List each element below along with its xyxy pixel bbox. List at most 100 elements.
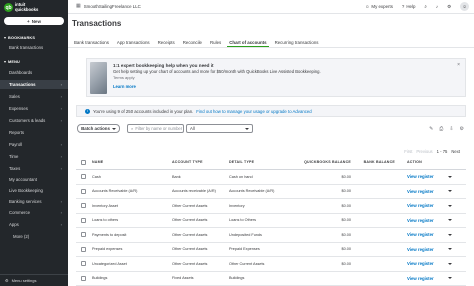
chevron-right-icon: › xyxy=(60,142,62,147)
learn-more-link[interactable]: Learn more xyxy=(113,84,136,89)
select-all-checkbox[interactable] xyxy=(80,159,86,165)
col-bank-balance[interactable]: BANK BALANCE xyxy=(355,160,399,164)
sidebar-item-time[interactable]: Time › xyxy=(0,152,68,161)
bookmarks-section[interactable]: BOOKMARKS xyxy=(4,36,35,40)
sidebar-item-banking-services[interactable]: Banking services › xyxy=(0,197,68,206)
sidebar-item-payroll[interactable]: Payroll › xyxy=(0,140,68,149)
caret-down-icon xyxy=(4,61,6,63)
search-input[interactable]: ⌕ Filter by name or number xyxy=(127,124,184,133)
view-register-link[interactable]: View register xyxy=(407,203,434,208)
caret-down-icon xyxy=(111,127,116,130)
chevron-right-icon: › xyxy=(60,154,62,159)
bell-icon[interactable]: ♪ xyxy=(436,4,438,9)
table-row: Accounts Receivable (A/R) Accounts recei… xyxy=(76,185,466,199)
view-register-link[interactable]: View register xyxy=(407,276,434,281)
chevron-right-icon: › xyxy=(60,94,62,99)
row-checkbox[interactable] xyxy=(80,246,86,252)
tab-reconcile[interactable]: Reconcile xyxy=(181,38,204,47)
sidebar-item-taxes[interactable]: Taxes › xyxy=(0,164,68,173)
caret-down-icon[interactable] xyxy=(447,277,452,280)
sidebar-item-my-accountant[interactable]: My accountant xyxy=(0,175,68,184)
gear-icon[interactable]: ⚙ xyxy=(460,126,464,132)
caret-down-icon[interactable] xyxy=(447,190,452,193)
sidebar-item-dashboards[interactable]: Dashboards xyxy=(0,68,68,77)
col-detail-type[interactable]: DETAIL TYPE xyxy=(227,160,289,164)
upgrade-link[interactable]: Find out how to manage your usage or upg… xyxy=(196,109,311,114)
promo-title: 1:1 expert bookkeeping help when you nee… xyxy=(113,63,214,68)
sidebar-item-customers-leads[interactable]: Customers & leads › xyxy=(0,116,68,125)
edit-icon[interactable]: ✎ xyxy=(429,126,433,132)
col-quickbooks-balance[interactable]: QUICKBOOKS BALANCE xyxy=(289,160,355,164)
plus-icon: + xyxy=(27,18,30,24)
chevron-right-icon: › xyxy=(60,82,62,87)
transaction-tabs: Bank transactions App transactions Recei… xyxy=(72,38,325,47)
accounts-table: NAME ACCOUNT TYPE DETAIL TYPE QUICKBOOKS… xyxy=(76,155,466,286)
menu-settings[interactable]: ⚙ Menu settings xyxy=(0,274,68,286)
print-icon[interactable]: ⎙ xyxy=(439,126,443,132)
tab-receipts[interactable]: Receipts xyxy=(156,38,177,47)
view-register-link[interactable]: View register xyxy=(407,232,434,237)
sidebar-item-live-bookkeeping[interactable]: Live Bookkeeping xyxy=(0,186,68,195)
table-row: Uncategorized Asset Other Current Assets… xyxy=(76,257,466,272)
tabs-divider xyxy=(68,47,474,48)
person-icon: ☺ xyxy=(364,4,370,9)
caret-down-icon[interactable] xyxy=(447,175,452,178)
row-checkbox[interactable] xyxy=(80,232,86,238)
avatar[interactable]: ☺ xyxy=(460,2,469,11)
tab-chart-of-accounts[interactable]: Chart of accounts xyxy=(227,38,269,47)
tab-rules[interactable]: Rules xyxy=(208,38,223,47)
sidebar-item-transactions[interactable]: Transactions › xyxy=(0,80,68,89)
sidebar-item-reports[interactable]: Reports xyxy=(0,128,68,137)
help-button[interactable]: ? Help xyxy=(402,4,415,9)
tab-recurring-transactions[interactable]: Recurring transactions xyxy=(273,38,321,47)
usage-info-banner: i You're using 9 of 250 accounts include… xyxy=(76,105,466,117)
chevron-right-icon: › xyxy=(60,210,62,215)
caret-down-icon[interactable] xyxy=(447,204,452,207)
account-filter-select[interactable]: All xyxy=(186,124,253,133)
row-checkbox[interactable] xyxy=(80,261,86,267)
col-name[interactable]: NAME xyxy=(90,160,170,164)
view-register-link[interactable]: View register xyxy=(407,174,434,179)
quickbooks-logo[interactable]: qb intuit quickbooks xyxy=(4,2,39,12)
sidebar-item-bank-transactions[interactable]: Bank transactions xyxy=(0,43,68,52)
tab-bank-transactions[interactable]: Bank transactions xyxy=(72,38,111,47)
batch-actions-button[interactable]: Batch actions xyxy=(77,124,120,133)
logo-text: intuit quickbooks xyxy=(15,2,39,12)
row-checkbox[interactable] xyxy=(80,188,86,194)
sidebar-item-commerce[interactable]: Commerce › xyxy=(0,208,68,217)
view-register-link[interactable]: View register xyxy=(407,218,434,223)
search-icon[interactable]: ⌕ xyxy=(424,4,426,9)
sidebar-item-apps[interactable]: Apps › xyxy=(0,220,68,229)
close-icon[interactable]: × xyxy=(457,62,460,68)
previous-page-button[interactable]: Previous xyxy=(416,149,432,154)
table-row: Buildings Fixed Assets Buildings View re… xyxy=(76,272,466,286)
row-checkbox[interactable] xyxy=(80,203,86,209)
new-button[interactable]: + New xyxy=(4,17,64,25)
view-register-link[interactable]: View register xyxy=(407,247,434,252)
sidebar-item-sales[interactable]: Sales › xyxy=(0,92,68,101)
sidebar-item-more[interactable]: More (2) xyxy=(0,232,68,241)
first-page-button[interactable]: First xyxy=(404,149,412,154)
next-page-button[interactable]: Next xyxy=(451,149,460,154)
chevron-right-icon: › xyxy=(60,222,62,227)
row-checkbox[interactable] xyxy=(80,275,86,281)
menu-section[interactable]: MENU xyxy=(4,60,20,64)
col-account-type[interactable]: ACCOUNT TYPE xyxy=(170,160,227,164)
table-row: Prepaid expenses Other Current Assets Pr… xyxy=(76,243,466,257)
caret-down-icon[interactable] xyxy=(447,219,452,222)
row-checkbox[interactable] xyxy=(80,174,86,180)
caret-down-icon[interactable] xyxy=(447,233,452,236)
sidebar: qb intuit quickbooks + New BOOKMARKS Bank… xyxy=(0,0,68,286)
caret-down-icon[interactable] xyxy=(447,262,452,265)
search-icon: ⌕ xyxy=(131,126,134,131)
view-register-link[interactable]: View register xyxy=(407,189,434,194)
view-register-link[interactable]: View register xyxy=(407,261,434,266)
row-checkbox[interactable] xyxy=(80,217,86,223)
settings-icon[interactable]: ⚙ xyxy=(447,4,451,10)
export-icon[interactable]: ⇩ xyxy=(449,126,453,132)
sidebar-item-expenses[interactable]: Expenses › xyxy=(0,104,68,113)
company-selector[interactable]: ▦ SmoothSailingFreelance LLC xyxy=(76,3,141,9)
tab-app-transactions[interactable]: App transactions xyxy=(115,38,152,47)
caret-down-icon[interactable] xyxy=(447,248,452,251)
my-experts-button[interactable]: ☺ My experts xyxy=(365,4,393,9)
